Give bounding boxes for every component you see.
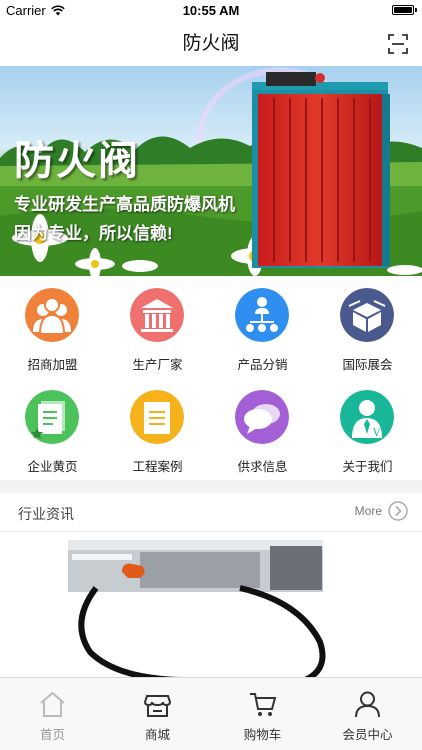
tab-home[interactable]: 首页: [0, 678, 105, 750]
grid-item-label: 招商加盟: [27, 358, 78, 372]
grid-item-label: 产品分销: [237, 358, 288, 372]
product-photo: [68, 540, 326, 677]
folder-icon: [130, 390, 184, 444]
document-star-icon: [25, 390, 79, 444]
grid-item-yellow-pages[interactable]: 企业黄页: [0, 378, 105, 478]
user-icon: [355, 691, 380, 718]
chevron-right-circle-icon: [388, 501, 408, 521]
people-icon: [25, 288, 79, 342]
news-item-image[interactable]: [0, 532, 422, 677]
banner-title: 防火阀: [14, 137, 140, 184]
box-icon: [340, 288, 394, 342]
tab-member-center[interactable]: 会员中心: [315, 678, 420, 750]
banner-subtitle-1: 专业研发生产高品质防爆风机: [14, 195, 235, 214]
promo-banner[interactable]: 防火阀 专业研发生产高品质防爆风机 因为专业，所以信赖!: [0, 66, 422, 276]
svg-text:V: V: [372, 428, 381, 439]
grid-item-distribution[interactable]: 产品分销: [210, 276, 315, 376]
grid-item-projects[interactable]: 工程案例: [105, 378, 210, 478]
grid-item-supply-demand[interactable]: 供求信息: [210, 378, 315, 478]
grid-item-exhibition[interactable]: 国际展会: [315, 276, 420, 376]
grid-item-label: 关于我们: [342, 460, 393, 474]
cart-icon: [250, 693, 277, 716]
grid-item-label: 企业黄页: [27, 460, 78, 474]
more-button[interactable]: More: [355, 501, 408, 521]
page-title: 防火阀: [182, 33, 240, 54]
grid-item-label: 国际展会: [342, 358, 393, 372]
store-icon: [143, 695, 172, 717]
tab-label: 购物车: [243, 728, 282, 742]
scan-icon[interactable]: [386, 32, 410, 56]
news-section-header: 行业资讯 More: [0, 493, 422, 532]
battery-icon: [392, 5, 417, 15]
grid-item-join[interactable]: 招商加盟: [0, 276, 105, 376]
tab-label: 商城: [144, 728, 170, 742]
tab-label: 首页: [39, 728, 65, 742]
grid-item-label: 工程案例: [132, 460, 183, 474]
grid-item-label: 生产厂家: [132, 358, 183, 372]
tab-store[interactable]: 商城: [105, 678, 210, 750]
status-time: 10:55 AM: [182, 3, 240, 18]
navigation-bar: 防火阀: [0, 22, 422, 66]
grid-item-manufacturer[interactable]: 生产厂家: [105, 276, 210, 376]
battery-fill: [394, 7, 412, 13]
category-grid: 招商加盟 生产厂家 产品分销 国际展会 企业黄页 工程案例 供求信息 V 关于我…: [0, 276, 422, 480]
home-icon: [40, 691, 65, 717]
chat-bubbles-icon: [235, 390, 289, 444]
tab-bar: 首页 商城 购物车 会员中心: [0, 677, 422, 750]
building-icon: [130, 288, 184, 342]
person-tie-icon: V: [340, 390, 394, 444]
network-icon: [235, 288, 289, 342]
status-bar: Carrier 10:55 AM: [0, 0, 422, 22]
tab-cart[interactable]: 购物车: [210, 678, 315, 750]
more-label: More: [354, 504, 382, 518]
grid-item-label: 供求信息: [237, 460, 288, 474]
grid-item-about-us[interactable]: V 关于我们: [315, 378, 420, 478]
tab-label: 会员中心: [342, 728, 393, 742]
banner-text: 防火阀 专业研发生产高品质防爆风机 因为专业，所以信赖!: [14, 128, 235, 244]
banner-subtitle-2: 因为专业，所以信赖!: [14, 224, 173, 243]
news-section-title: 行业资讯: [18, 506, 74, 522]
